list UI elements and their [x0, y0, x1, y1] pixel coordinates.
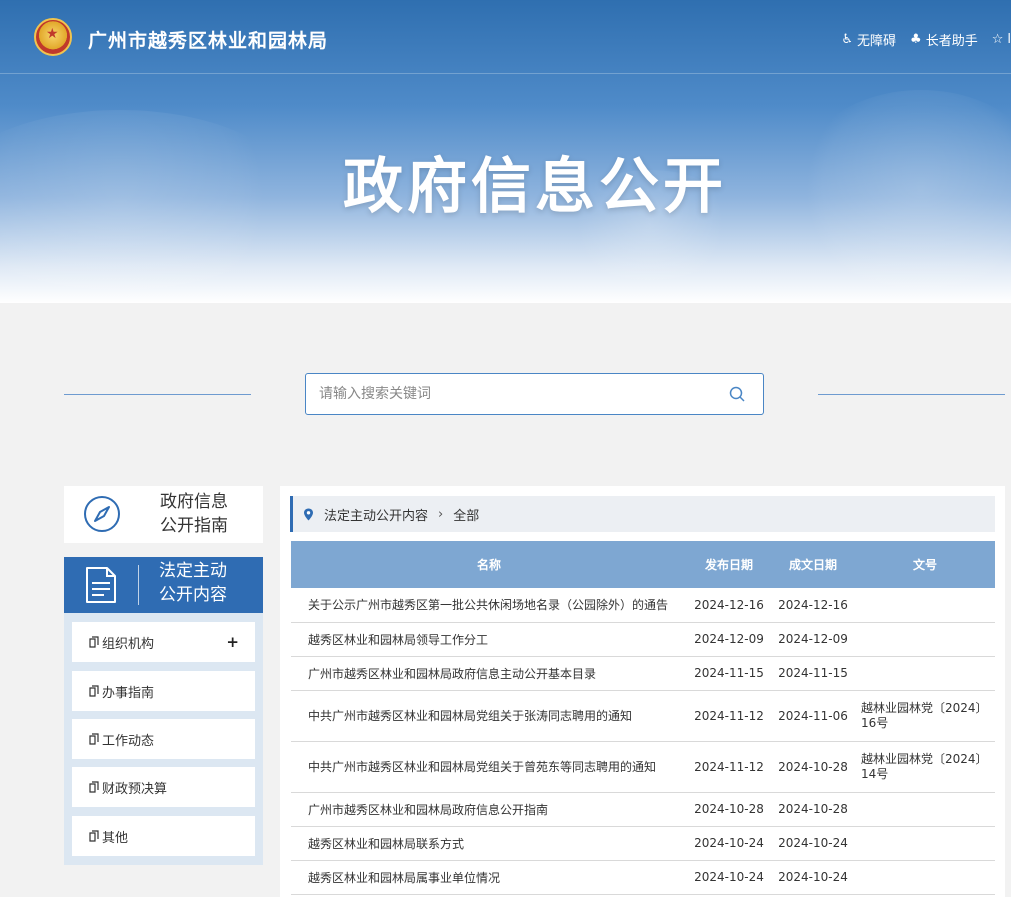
- row-doc-number: [855, 792, 995, 827]
- table-row: 中共广州市越秀区林业和园林局党组关于张涛同志聘用的通知 2024-11-12 2…: [291, 690, 995, 742]
- sidebar-item-work-news[interactable]: 工作动态: [72, 719, 255, 759]
- disclosure-guide-button[interactable]: 政府信息 公开指南: [64, 486, 263, 543]
- row-publish-date: 2024-12-09: [687, 622, 771, 657]
- table-row: 越秀区林业和园林局属事业单位情况 2024-10-24 2024-10-24: [291, 860, 995, 895]
- divider-line-left: [64, 394, 251, 395]
- row-written-date: 2024-12-16: [771, 588, 855, 623]
- row-written-date: 2024-12-09: [771, 622, 855, 657]
- breadcrumb-link[interactable]: 法定主动公开内容: [324, 505, 428, 524]
- breadcrumb: 法定主动公开内容 › 全部: [290, 496, 995, 532]
- header-banner: 广州市越秀区林业和园林局 ♿ 无障碍 ♣ 长者助手 ☆ l 政府信息公开: [0, 0, 1011, 303]
- guide-label: 政府信息 公开指南: [160, 492, 228, 536]
- row-written-date: 2024-11-15: [771, 656, 855, 691]
- accessibility-link[interactable]: ♿ 无障碍: [841, 30, 896, 49]
- elder-assist-label: 长者助手: [925, 34, 978, 49]
- row-publish-date: 2024-10-24: [687, 860, 771, 895]
- page-icon: [89, 781, 99, 793]
- column-header-publish-date: 发布日期: [687, 541, 771, 588]
- row-doc-number: [855, 826, 995, 861]
- compass-icon: [84, 496, 120, 532]
- row-written-date: 2024-10-28: [771, 741, 855, 793]
- elder-assist-icon: ♣: [910, 32, 922, 47]
- row-title-link[interactable]: 越秀区林业和园林局属事业单位情况: [291, 860, 687, 895]
- table-row: 中共广州市越秀区林业和园林局党组关于曾苑东等同志聘用的通知 2024-11-12…: [291, 741, 995, 793]
- sidebar-item-label: 财政预决算: [102, 781, 168, 797]
- star-icon: ☆: [991, 32, 1004, 47]
- table-row: 越秀区林业和园林局联系方式 2024-10-24 2024-10-24: [291, 826, 995, 861]
- legal-disclosure-button[interactable]: 法定主动 公开内容: [64, 557, 263, 613]
- column-header-written-date: 成文日期: [771, 541, 855, 588]
- top-tools: ♿ 无障碍 ♣ 长者助手 ☆ l: [841, 30, 1011, 49]
- table-header-row: 名称 发布日期 成文日期 文号: [291, 541, 995, 588]
- sidebar-item-budget[interactable]: 财政预决算: [72, 767, 255, 807]
- national-emblem-icon: [34, 18, 72, 56]
- page-icon: [89, 685, 99, 697]
- sidebar-item-organization[interactable]: 组织机构 +: [72, 622, 255, 662]
- top-bar: 广州市越秀区林业和园林局 ♿ 无障碍 ♣ 长者助手 ☆ l: [0, 0, 1011, 74]
- document-icon: [86, 567, 116, 603]
- column-header-doc-number: 文号: [855, 541, 995, 588]
- row-doc-number: [855, 860, 995, 895]
- row-publish-date: 2024-10-24: [687, 826, 771, 861]
- chevron-right-icon: ›: [438, 506, 444, 522]
- legal-label: 法定主动 公开内容: [159, 561, 227, 605]
- row-doc-number: [855, 588, 995, 623]
- page-icon: [89, 636, 99, 648]
- row-title-link[interactable]: 广州市越秀区林业和园林局政府信息公开指南: [291, 792, 687, 827]
- sidebar-item-label: 工作动态: [102, 733, 155, 749]
- document-table: 名称 发布日期 成文日期 文号 关于公示广州市越秀区第一批公共休闲场地名录（公园…: [291, 541, 995, 895]
- row-doc-number: [855, 656, 995, 691]
- breadcrumb-current: 全部: [453, 508, 480, 524]
- row-title-link[interactable]: 中共广州市越秀区林业和园林局党组关于张涛同志聘用的通知: [291, 690, 687, 742]
- row-title-link[interactable]: 越秀区林业和园林局领导工作分工: [291, 622, 687, 657]
- site-title[interactable]: 广州市越秀区林业和园林局: [88, 26, 328, 53]
- search-input[interactable]: [306, 374, 706, 414]
- row-title-link[interactable]: 广州市越秀区林业和园林局政府信息主动公开基本目录: [291, 656, 687, 691]
- location-pin-icon: [304, 508, 313, 520]
- row-written-date: 2024-10-28: [771, 792, 855, 827]
- accessibility-label: 无障碍: [857, 34, 897, 49]
- table-row: 关于公示广州市越秀区第一批公共休闲场地名录（公园除外）的通告 2024-12-1…: [291, 588, 995, 623]
- sidebar-item-label: 办事指南: [102, 685, 155, 701]
- column-header-name: 名称: [291, 541, 687, 588]
- row-written-date: 2024-10-24: [771, 860, 855, 895]
- row-doc-number: 越林业园林党〔2024〕14号: [855, 741, 995, 793]
- favorite-link[interactable]: ☆ l: [992, 30, 1011, 49]
- divider-line-right: [818, 394, 1005, 395]
- row-publish-date: 2024-12-16: [687, 588, 771, 623]
- sidebar-item-label: 其他: [102, 830, 129, 846]
- expand-icon[interactable]: +: [226, 633, 239, 651]
- sidebar-item-other[interactable]: 其他: [72, 816, 255, 856]
- row-doc-number: [855, 622, 995, 657]
- row-publish-date: 2024-11-15: [687, 656, 771, 691]
- page-icon: [89, 830, 99, 842]
- search-icon[interactable]: [729, 386, 745, 402]
- hero-title: 政府信息公开: [343, 152, 727, 222]
- row-doc-number: 越林业园林党〔2024〕16号: [855, 690, 995, 742]
- row-title-link[interactable]: 越秀区林业和园林局联系方式: [291, 826, 687, 861]
- elder-assist-link[interactable]: ♣ 长者助手: [910, 30, 978, 49]
- table-row: 越秀区林业和园林局领导工作分工 2024-12-09 2024-12-09: [291, 622, 995, 657]
- table-row: 广州市越秀区林业和园林局政府信息公开指南 2024-10-28 2024-10-…: [291, 792, 995, 827]
- row-publish-date: 2024-11-12: [687, 741, 771, 793]
- divider: [138, 565, 139, 605]
- sidebar-item-label: 组织机构: [102, 636, 155, 652]
- row-title-link[interactable]: 中共广州市越秀区林业和园林局党组关于曾苑东等同志聘用的通知: [291, 741, 687, 793]
- row-written-date: 2024-11-06: [771, 690, 855, 742]
- favorite-label: l: [1007, 32, 1011, 47]
- table-row: 广州市越秀区林业和园林局政府信息主动公开基本目录 2024-11-15 2024…: [291, 656, 995, 691]
- accessibility-icon: ♿: [841, 32, 854, 47]
- row-publish-date: 2024-10-28: [687, 792, 771, 827]
- row-title-link[interactable]: 关于公示广州市越秀区第一批公共休闲场地名录（公园除外）的通告: [291, 588, 687, 623]
- page-icon: [89, 733, 99, 745]
- sidebar-menu: 组织机构 + 办事指南 工作动态 财政预决算 其他: [64, 613, 263, 865]
- row-written-date: 2024-10-24: [771, 826, 855, 861]
- row-publish-date: 2024-11-12: [687, 690, 771, 742]
- search-box: [305, 373, 764, 415]
- sidebar-item-service-guide[interactable]: 办事指南: [72, 671, 255, 711]
